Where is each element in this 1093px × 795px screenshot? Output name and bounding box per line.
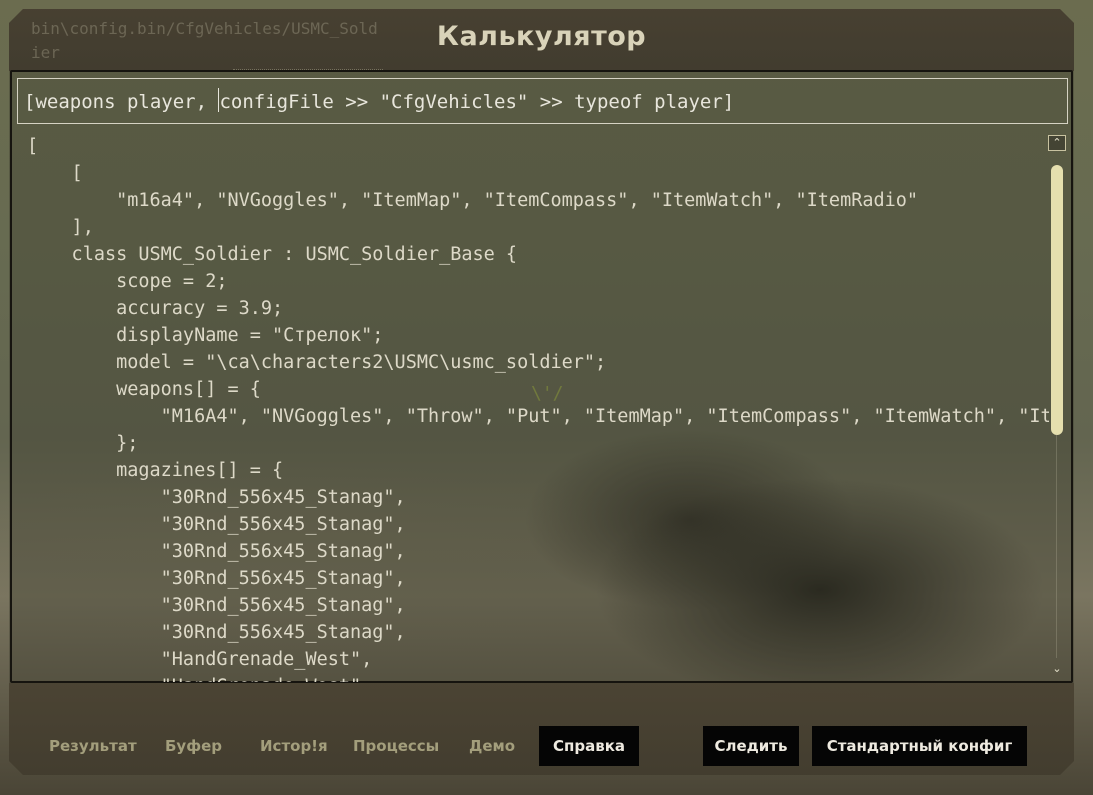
tab-history[interactable]: Истор!я	[260, 726, 328, 766]
tab-result[interactable]: Результат	[49, 726, 137, 766]
watch-button[interactable]: Следить	[703, 726, 799, 766]
expression-input[interactable]: [weapons player, configFile >> "CfgVehic…	[17, 78, 1068, 124]
result-output[interactable]: [ [ "m16a4", "NVGoggles", "ItemMap", "It…	[27, 133, 1049, 682]
chevron-down-icon[interactable]: ⌄	[1048, 662, 1066, 678]
tab-buffer[interactable]: Буфер	[165, 726, 222, 766]
tab-processes[interactable]: Процессы	[353, 726, 439, 766]
chevron-up-icon[interactable]: ⌃	[1048, 135, 1066, 151]
default-config-button[interactable]: Стандартный конфиг	[812, 726, 1027, 766]
expression-input-text[interactable]: [weapons player, configFile >> "CfgVehic…	[24, 88, 734, 113]
mouse-cursor-icon: \'/	[531, 383, 564, 404]
vertical-scrollbar[interactable]: ⌃ ⌄	[1047, 133, 1067, 682]
window-title: Калькулятор	[436, 21, 647, 52]
title-bar[interactable]: bin\config.bin/CfgVehicles/USMC_Soldier …	[9, 9, 1074, 71]
scrollbar-rail	[1056, 433, 1057, 658]
tab-demo[interactable]: Демо	[469, 726, 515, 766]
bottom-toolbar: Результат Буфер Истор!я Процессы Демо Сп…	[9, 683, 1074, 775]
scrollbar-thumb[interactable]	[1051, 165, 1063, 435]
result-output-text: [ [ "m16a4", "NVGoggles", "ItemMap", "It…	[27, 136, 1049, 682]
help-button[interactable]: Справка	[539, 726, 639, 766]
